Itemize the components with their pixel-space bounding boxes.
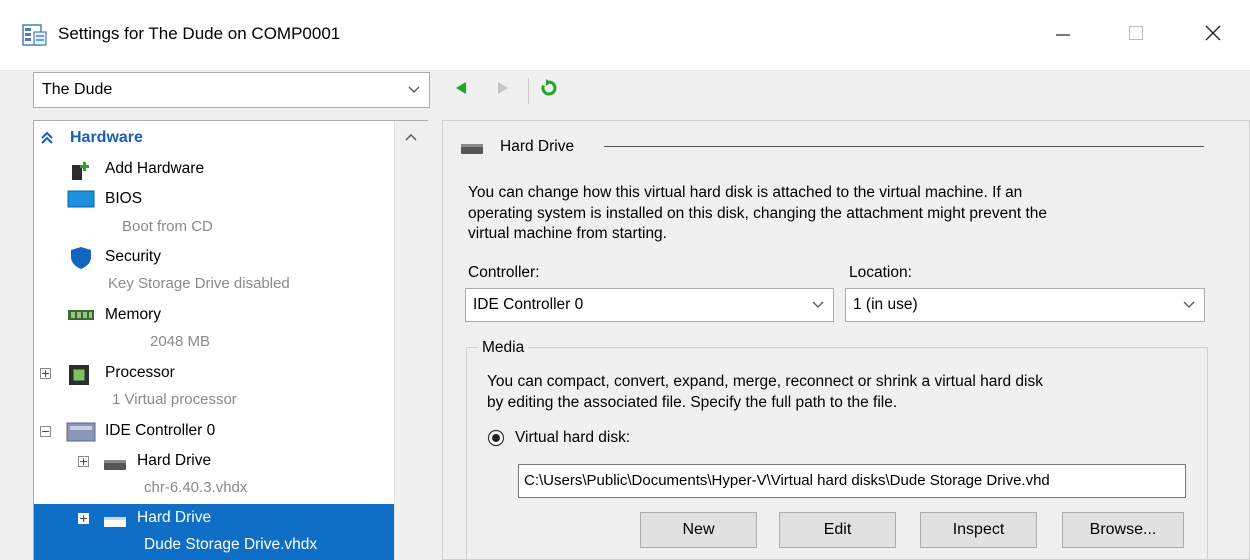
refresh-icon — [539, 78, 559, 102]
scroll-up-icon[interactable] — [405, 129, 417, 146]
media-description: You can compact, convert, expand, merge,… — [487, 372, 1043, 413]
expand-selected-hard-drive-icon[interactable]: + — [78, 513, 89, 524]
bios-sublabel: Boot from CD — [122, 218, 213, 235]
previous-button[interactable] — [450, 78, 472, 102]
arrow-right-icon — [496, 80, 510, 100]
new-button-label: New — [682, 521, 715, 538]
chevron-down-icon — [1182, 297, 1196, 315]
media-description-line: You can compact, convert, expand, merge,… — [487, 373, 1043, 390]
controller-label: Controller: — [468, 264, 540, 281]
edit-button[interactable]: Edit — [779, 512, 896, 548]
vm-selector-value: The Dude — [42, 81, 113, 98]
description: You can change how this virtual hard dis… — [468, 183, 1047, 245]
new-button[interactable]: New — [640, 512, 757, 548]
title-bar: Settings for The Dude on COMP0001 — [0, 0, 1250, 71]
description-line: You can change how this virtual hard dis… — [468, 184, 1023, 201]
toolbar-divider — [528, 78, 529, 104]
processor-icon — [67, 363, 91, 391]
chevron-down-icon — [407, 82, 421, 100]
refresh-button[interactable] — [538, 78, 560, 102]
location-label: Location: — [849, 264, 912, 281]
vhd-radio-label: Virtual hard disk: — [515, 429, 631, 446]
ide-controller-icon — [66, 421, 96, 447]
close-icon — [1204, 24, 1222, 46]
shield-icon — [70, 246, 92, 274]
vhd-path-field[interactable]: C:\Users\Public\Documents\Hyper-V\Virtua… — [518, 464, 1186, 498]
add-hardware-icon — [70, 160, 94, 186]
collapse-section-icon[interactable] — [40, 131, 54, 149]
next-button[interactable] — [492, 78, 514, 102]
inspect-button[interactable]: Inspect — [920, 512, 1037, 548]
maximize-icon — [1128, 25, 1144, 45]
vhd-path-value: C:\Users\Public\Documents\Hyper-V\Virtua… — [524, 472, 1050, 489]
memory-sublabel: 2048 MB — [150, 333, 211, 350]
selected-hard-drive-sublabel: Dude Storage Drive.vhdx — [144, 536, 318, 553]
expand-hard-drive-icon[interactable]: + — [78, 456, 89, 467]
group-title: Hard Drive — [500, 138, 575, 155]
controller-value: IDE Controller 0 — [473, 296, 584, 313]
settings-app-icon — [22, 22, 48, 52]
tree-item-ide-controller[interactable]: IDE Controller 0 — [105, 422, 215, 440]
tree-scrollbar[interactable] — [394, 121, 428, 560]
vhd-radio[interactable]: Virtual hard disk: — [487, 428, 630, 449]
minimize-icon — [1055, 25, 1071, 45]
controller-dropdown[interactable]: IDE Controller 0 — [465, 288, 834, 322]
description-line: operating system is installed on this di… — [468, 204, 1047, 222]
hard-drive-icon — [460, 141, 484, 159]
media-title: Media — [478, 338, 529, 359]
chevron-down-icon — [811, 297, 825, 315]
edit-button-label: Edit — [823, 521, 852, 538]
hard-drive-icon — [103, 514, 127, 532]
media-description-line: by editing the associated file. Specify … — [487, 393, 898, 411]
bios-icon — [67, 189, 95, 213]
memory-icon — [67, 307, 95, 327]
browse-button[interactable]: Browse... — [1062, 512, 1184, 548]
selected-hard-drive-label: Hard Drive — [137, 509, 212, 526]
tree-item-security[interactable]: Security — [105, 248, 161, 266]
arrow-left-icon — [454, 80, 468, 100]
inspect-button-label: Inspect — [952, 521, 1005, 538]
location-value: 1 (in use) — [853, 296, 918, 313]
expand-processor-icon[interactable]: + — [40, 368, 51, 379]
minimize-button[interactable] — [1040, 18, 1086, 52]
close-button[interactable] — [1190, 18, 1236, 52]
hard-drive-icon — [103, 457, 127, 475]
radio-selected-icon — [487, 429, 505, 447]
section-header-hardware[interactable]: Hardware — [70, 129, 143, 147]
tree-item-add-hardware[interactable]: Add Hardware — [105, 160, 204, 178]
tree-item-processor[interactable]: Processor — [105, 364, 175, 382]
processor-sublabel: 1 Virtual processor — [112, 391, 237, 408]
maximize-button[interactable] — [1113, 18, 1159, 52]
description-line: virtual machine from starting. — [468, 225, 667, 242]
collapse-ide-controller-icon[interactable]: − — [40, 426, 51, 437]
browse-button-label: Browse... — [1089, 521, 1157, 538]
window-title: Settings for The Dude on COMP0001 — [58, 24, 341, 43]
tree-item-memory[interactable]: Memory — [105, 306, 161, 324]
vm-selector-dropdown[interactable]: The Dude — [33, 72, 430, 108]
security-sublabel: Key Storage Drive disabled — [108, 275, 290, 292]
location-dropdown[interactable]: 1 (in use) — [845, 288, 1205, 322]
group-title-rule — [604, 146, 1204, 147]
tree-item-hard-drive[interactable]: Hard Drive — [137, 452, 211, 470]
hard-drive-sublabel: chr-6.40.3.vhdx — [144, 479, 248, 496]
tree-item-bios[interactable]: BIOS — [105, 190, 142, 208]
